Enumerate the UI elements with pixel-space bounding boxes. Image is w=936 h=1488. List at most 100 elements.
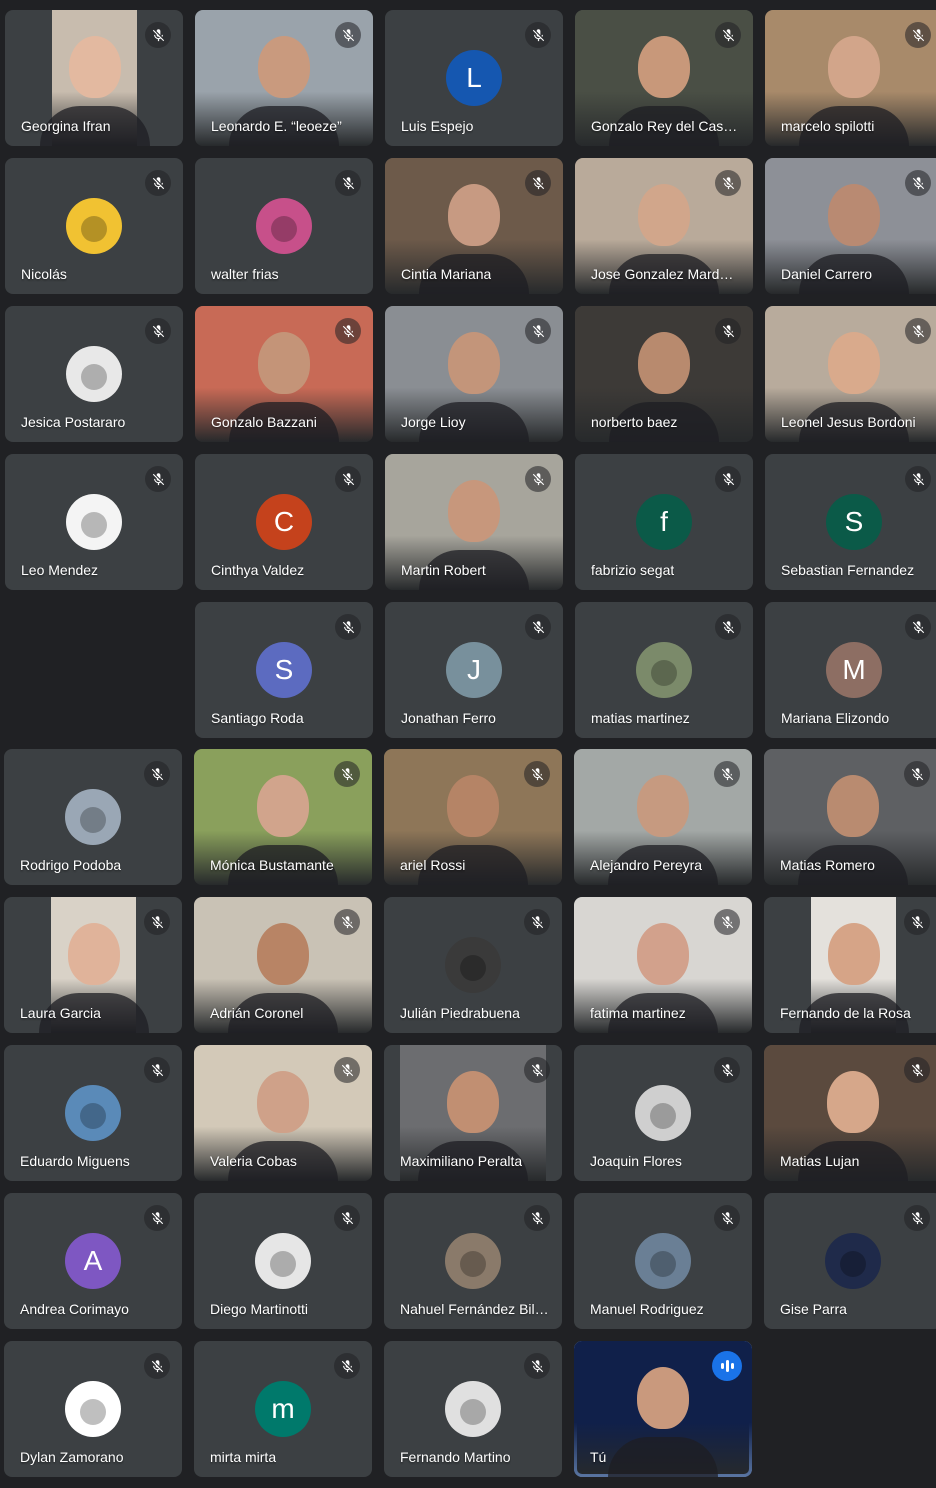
participant-tile[interactable]: Diego Martinotti (194, 1193, 372, 1329)
participant-tile[interactable]: Maximiliano Peralta (384, 1045, 562, 1181)
participant-tile[interactable]: Leo Mendez (5, 454, 183, 590)
participant-name: Diego Martinotti (210, 1301, 309, 1317)
participant-name: Gonzalo Bazzani (211, 414, 317, 430)
avatar-figure (650, 1103, 676, 1129)
mic-off-icon (905, 614, 931, 640)
avatar-figure (650, 1251, 676, 1277)
participant-tile[interactable]: Leonel Jesus Bordoni (765, 306, 936, 442)
participant-name: Valeria Cobas (210, 1153, 297, 1169)
participant-tile[interactable]: Rodrigo Podoba (4, 749, 182, 885)
mic-off-icon (145, 22, 171, 48)
participant-tile[interactable]: norberto baez (575, 306, 753, 442)
person-silhouette (638, 36, 690, 98)
participant-name: Matias Romero (780, 857, 875, 873)
mic-off-icon (905, 318, 931, 344)
participant-tile[interactable]: S Sebastian Fernandez (765, 454, 936, 590)
participant-tile[interactable]: Gonzalo Rey del Castillo (575, 10, 753, 146)
participant-tile[interactable]: Tú (574, 1341, 752, 1477)
participant-tile[interactable]: Matias Romero (764, 749, 936, 885)
avatar-photo (65, 1381, 121, 1437)
avatar-letter: M (826, 642, 882, 698)
participant-tile[interactable]: Nicolás (5, 158, 183, 294)
participant-name: Nahuel Fernández Bilbao (400, 1301, 550, 1317)
participant-tile[interactable]: f fabrizio segat (575, 454, 753, 590)
participant-tile[interactable]: L Luis Espejo (385, 10, 563, 146)
avatar-letter: f (636, 494, 692, 550)
participant-tile[interactable]: Joaquin Flores (574, 1045, 752, 1181)
participant-tile[interactable]: Laura Garcia (4, 897, 182, 1033)
participant-name: Jonathan Ferro (401, 710, 496, 726)
participant-tile[interactable]: Leonardo E. “leoeze” (195, 10, 373, 146)
avatar-letter: S (256, 642, 312, 698)
participant-tile[interactable]: Adrián Coronel (194, 897, 372, 1033)
person-silhouette (258, 332, 310, 394)
participant-tile[interactable]: walter frias (195, 158, 373, 294)
avatar-photo (255, 1233, 311, 1289)
participant-tile[interactable]: Fernando de la Rosa (764, 897, 936, 1033)
participant-name: mirta mirta (210, 1449, 277, 1465)
person-silhouette (448, 184, 500, 246)
person-silhouette (638, 184, 690, 246)
participant-tile[interactable]: Jorge Lioy (385, 306, 563, 442)
mic-off-icon (524, 1057, 550, 1083)
participant-tile[interactable]: Mónica Bustamante (194, 749, 372, 885)
avatar-photo (65, 1085, 121, 1141)
participant-name: Gonzalo Rey del Castillo (591, 118, 741, 134)
avatar-figure (271, 216, 297, 242)
participant-name: fatima martinez (590, 1005, 686, 1021)
participant-tile[interactable]: Jose Gonzalez Mardones (575, 158, 753, 294)
participant-name: Joaquin Flores (590, 1153, 682, 1169)
person-silhouette (258, 36, 310, 98)
participant-tile[interactable]: marcelo spilotti (765, 10, 936, 146)
participant-tile[interactable]: Dylan Zamorano (4, 1341, 182, 1477)
participant-tile[interactable]: Matias Lujan (764, 1045, 936, 1181)
participant-name: Adrián Coronel (210, 1005, 304, 1021)
participant-tile[interactable]: Valeria Cobas (194, 1045, 372, 1181)
participant-tile[interactable]: matias martinez (575, 602, 753, 738)
participant-tile[interactable]: Manuel Rodriguez (574, 1193, 752, 1329)
participant-tile[interactable]: A Andrea Corimayo (4, 1193, 182, 1329)
mic-off-icon (714, 1205, 740, 1231)
participant-tile[interactable]: Jesica Postararo (5, 306, 183, 442)
participant-name: marcelo spilotti (781, 118, 875, 134)
avatar-letter: A (65, 1233, 121, 1289)
participant-tile[interactable]: Gonzalo Bazzani (195, 306, 373, 442)
mic-off-icon (144, 1205, 170, 1231)
participant-tile[interactable]: Gise Parra (764, 1193, 936, 1329)
mic-off-icon (524, 909, 550, 935)
mic-off-icon (525, 614, 551, 640)
participant-tile[interactable]: fatima martinez (574, 897, 752, 1033)
participant-tile[interactable]: Fernando Martino (384, 1341, 562, 1477)
participant-tile[interactable]: J Jonathan Ferro (385, 602, 563, 738)
mic-off-icon (335, 170, 361, 196)
avatar-photo (445, 1381, 501, 1437)
participant-tile[interactable]: Alejandro Pereyra (574, 749, 752, 885)
avatar-figure (460, 1251, 486, 1277)
participant-tile[interactable]: Martin Robert (385, 454, 563, 590)
participant-tile[interactable]: m mirta mirta (194, 1341, 372, 1477)
avatar-figure (460, 955, 486, 981)
participant-tile[interactable]: M Mariana Elizondo (765, 602, 936, 738)
mic-off-icon (715, 318, 741, 344)
avatar-photo (66, 198, 122, 254)
participant-tile[interactable]: Eduardo Miguens (4, 1045, 182, 1181)
participant-tile[interactable]: S Santiago Roda (195, 602, 373, 738)
participant-tile[interactable]: Julián Piedrabuena (384, 897, 562, 1033)
mic-off-icon (145, 466, 171, 492)
participant-tile[interactable]: Georgina Ifran (5, 10, 183, 146)
participant-tile[interactable]: Cintia Mariana (385, 158, 563, 294)
participant-tile[interactable]: C Cinthya Valdez (195, 454, 373, 590)
participant-tile[interactable]: Nahuel Fernández Bilbao (384, 1193, 562, 1329)
mic-off-icon (714, 909, 740, 935)
mic-off-icon (524, 761, 550, 787)
mic-off-icon (334, 1057, 360, 1083)
avatar-figure (81, 512, 107, 538)
mic-off-icon (334, 761, 360, 787)
avatar-figure (80, 807, 106, 833)
participant-tile[interactable]: ariel Rossi (384, 749, 562, 885)
participant-tile[interactable]: Daniel Carrero (765, 158, 936, 294)
avatar-figure (81, 216, 107, 242)
person-silhouette (827, 775, 879, 837)
participant-name: Alejandro Pereyra (590, 857, 703, 873)
person-silhouette (637, 1367, 689, 1429)
